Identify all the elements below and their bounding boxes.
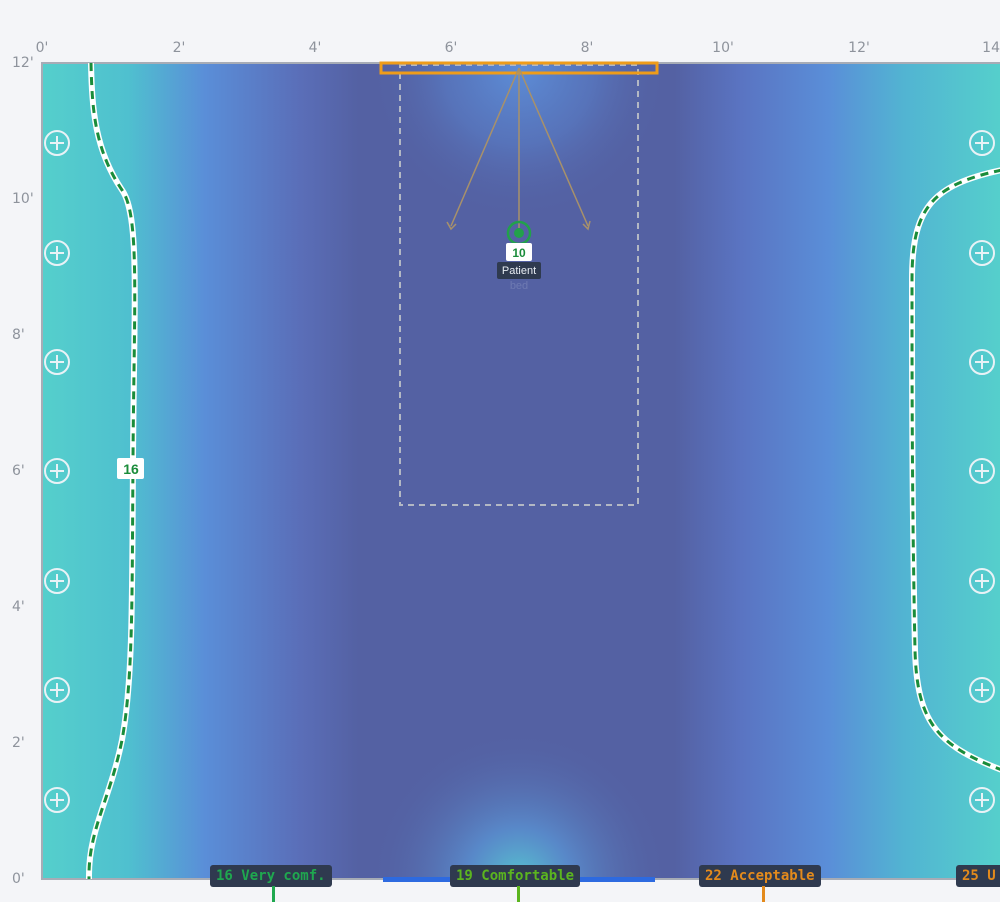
- contour-value-badge: 16: [117, 458, 144, 479]
- legend-stem: [762, 886, 765, 902]
- floor-plan[interactable]: 10 Patient bed 16: [0, 0, 1000, 902]
- legend-comfortable[interactable]: 19 Comfortable: [450, 865, 581, 887]
- fixture-sublabel: bed: [510, 280, 528, 292]
- heatmap: [42, 63, 1000, 879]
- fixture-value: 10: [512, 246, 526, 260]
- contour-value: 16: [123, 461, 139, 477]
- fixture-label: Patient: [502, 265, 536, 277]
- legend-stem: [517, 886, 520, 902]
- fixture-value-badge: 10: [506, 243, 532, 261]
- legend-uncomfortable[interactable]: 25 U: [956, 865, 1000, 887]
- legend-acceptable[interactable]: 22 Acceptable: [699, 865, 821, 887]
- legend-stem: [272, 886, 275, 902]
- legend-very-comfortable[interactable]: 16 Very comf.: [210, 865, 332, 887]
